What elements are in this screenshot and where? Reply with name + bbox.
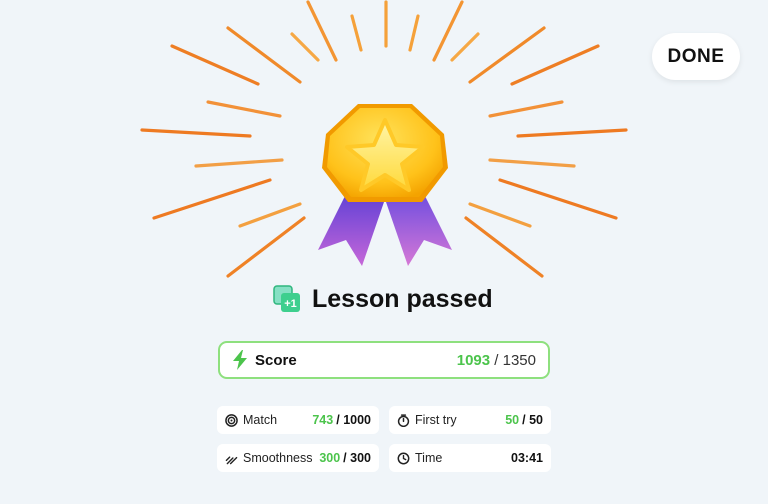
cards-plus-one-icon: +1 [273,285,300,312]
stat-time: Time 03:41 [389,444,551,472]
stat-label: First try [415,413,457,427]
lightning-icon [233,350,247,370]
score-label: Score [255,351,297,369]
score-card: Score 1093 / 1350 [218,341,550,379]
target-icon [225,413,238,427]
stat-smoothness: Smoothness 300/ 300 [217,444,379,472]
stat-value: 743/ 1000 [312,413,371,427]
clock-icon [397,452,410,464]
stat-value: 50/ 50 [505,413,543,427]
stopwatch-icon [397,413,410,427]
done-button[interactable]: DONE [652,33,740,80]
stat-match: Match 743/ 1000 [217,406,379,434]
stat-first-try: First try 50/ 50 [389,406,551,434]
badge-plus-one-text: +1 [284,298,297,310]
stat-label: Smoothness [243,451,313,465]
lesson-result-header: +1 Lesson passed [272,282,493,316]
smoothness-icon [225,455,238,464]
page-title: Lesson passed [312,284,493,313]
stat-label: Match [243,413,278,427]
medal-icon [318,104,452,266]
stat-value: 03:41 [511,451,543,465]
score-value: 1093 / 1350 [456,351,536,369]
stat-label: Time [415,451,443,465]
stat-value: 300/ 300 [319,451,371,465]
